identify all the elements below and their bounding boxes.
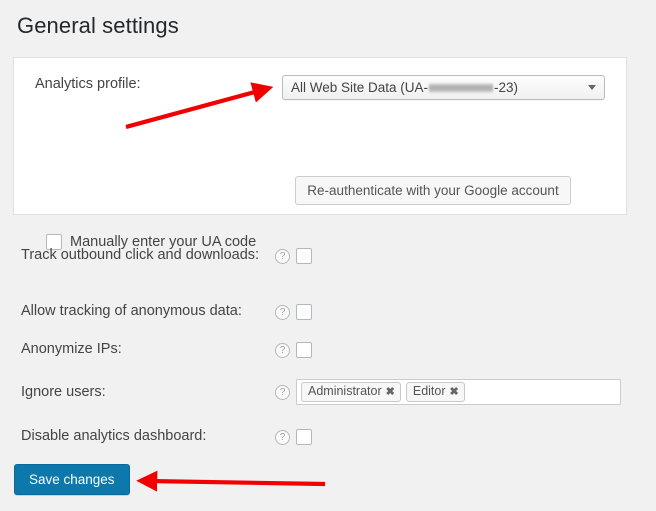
anonymize-ips-checkbox[interactable]	[296, 342, 312, 358]
tag-editor[interactable]: Editor ✖	[405, 382, 465, 402]
setting-control-anonymous-data: ?	[275, 304, 312, 320]
analytics-profile-select[interactable]: All Web Site Data (UA- -23)	[282, 75, 605, 100]
question-mark-icon[interactable]: ?	[275, 429, 290, 445]
tag-administrator[interactable]: Administrator ✖	[301, 382, 401, 402]
question-mark-icon[interactable]: ?	[275, 304, 290, 320]
tag-administrator-label: Administrator	[308, 384, 382, 399]
track-outbound-checkbox[interactable]	[296, 248, 312, 264]
setting-label-disable-dashboard: Disable analytics dashboard:	[21, 428, 207, 444]
settings-page: General settings Analytics profile: All …	[0, 0, 656, 511]
setting-control-anonymize-ips: ?	[275, 342, 312, 358]
reauthenticate-google-button[interactable]: Re-authenticate with your Google account	[295, 176, 571, 205]
ignore-users-input[interactable]: Administrator ✖ Editor ✖	[296, 379, 621, 405]
chevron-down-icon	[588, 85, 596, 90]
analytics-profile-panel: Analytics profile: All Web Site Data (UA…	[13, 57, 627, 250]
setting-label-anonymous-data: Allow tracking of anonymous data:	[21, 303, 242, 319]
analytics-profile-select-value: All Web Site Data (UA- -23)	[291, 80, 582, 95]
profile-prefix-text: All Web Site Data (UA-	[291, 80, 429, 95]
question-mark-icon[interactable]: ?	[275, 384, 290, 400]
remove-tag-icon[interactable]: ✖	[450, 386, 459, 398]
setting-control-disable-dashboard: ?	[275, 429, 312, 445]
page-title: General settings	[17, 13, 179, 38]
analytics-profile-label: Analytics profile:	[35, 76, 141, 92]
save-changes-button[interactable]: Save changes	[14, 464, 130, 495]
redacted-ua-id	[429, 82, 494, 93]
setting-label-anonymize-ips: Anonymize IPs:	[21, 341, 122, 357]
arrow-to-save-button	[136, 470, 326, 492]
profile-suffix-text: -23)	[494, 80, 519, 95]
setting-control-track-outbound: ?	[275, 248, 312, 264]
disable-dashboard-checkbox[interactable]	[296, 429, 312, 445]
question-mark-icon[interactable]: ?	[275, 248, 290, 264]
question-mark-icon[interactable]: ?	[275, 342, 290, 358]
tag-editor-label: Editor	[412, 384, 446, 399]
setting-control-ignore-users: ? Administrator ✖ Editor ✖	[275, 379, 621, 405]
setting-label-ignore-users: Ignore users:	[21, 384, 106, 400]
anonymous-data-checkbox[interactable]	[296, 304, 312, 320]
remove-tag-icon[interactable]: ✖	[386, 386, 395, 398]
setting-label-track-outbound: Track outbound click and downloads:	[21, 247, 260, 263]
